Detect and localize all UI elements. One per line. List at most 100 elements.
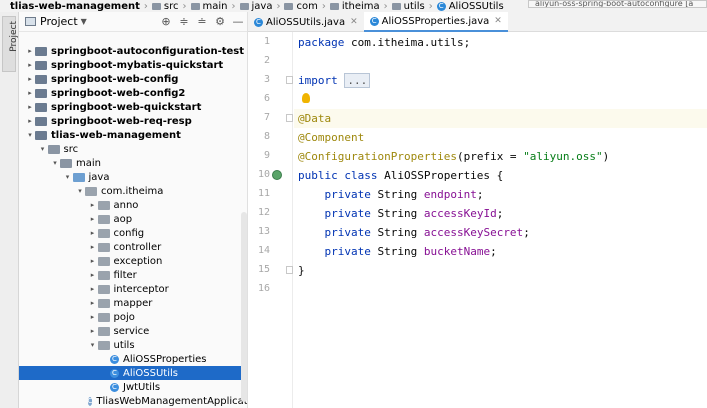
- code-line: package com.itheima.utils;: [298, 33, 470, 52]
- chevron-down-icon[interactable]: ▾: [25, 131, 35, 139]
- tree-item[interactable]: ▾ com.itheima: [19, 184, 247, 198]
- tree-item-label: config: [113, 227, 145, 239]
- minimize-icon[interactable]: —: [229, 15, 247, 28]
- tree-item[interactable]: ▸ filter: [19, 268, 247, 282]
- tree-item[interactable]: ▸ springboot-web-quickstart: [19, 100, 247, 114]
- chevron-right-icon[interactable]: ▸: [88, 201, 98, 209]
- gear-icon[interactable]: ⚙: [211, 15, 229, 28]
- chevron-down-icon[interactable]: ▾: [88, 341, 98, 349]
- code-token: com.itheima.utils;: [350, 36, 471, 49]
- tree-item[interactable]: ▸ springboot-web-config: [19, 72, 247, 86]
- chevron-right-icon[interactable]: ▸: [25, 47, 35, 55]
- expand-all-icon[interactable]: ≑: [175, 15, 193, 28]
- close-icon[interactable]: ✕: [494, 16, 502, 26]
- code-token: private: [324, 226, 378, 239]
- project-tool-tab[interactable]: Project: [2, 16, 19, 72]
- breadcrumb-item[interactable]: com: [284, 0, 318, 12]
- tree-item-label: filter: [113, 269, 137, 281]
- chevron-down-icon[interactable]: ▾: [50, 159, 60, 167]
- java-class-icon: C: [436, 1, 446, 11]
- chevron-right-icon[interactable]: ▸: [88, 243, 98, 251]
- java-class-icon: C: [369, 16, 379, 26]
- code-line: import ...: [298, 71, 371, 90]
- tree-item[interactable]: ▸ aop: [19, 212, 247, 226]
- chevron-right-icon[interactable]: ▸: [88, 327, 98, 335]
- tree-item[interactable]: ▸ mapper: [19, 296, 247, 310]
- tree-item[interactable]: ▸ springboot-web-config2: [19, 86, 247, 100]
- tree-item[interactable]: ▸ pojo: [19, 310, 247, 324]
- chevron-right-icon[interactable]: ▸: [25, 61, 35, 69]
- chevron-down-icon[interactable]: ▼: [81, 17, 87, 26]
- tree-item[interactable]: ▸ springboot-web-req-resp: [19, 114, 247, 128]
- fold-marker-icon[interactable]: [286, 266, 293, 274]
- tree-item[interactable]: ▾ main: [19, 156, 247, 170]
- tree-item[interactable]: ▸ anno: [19, 198, 247, 212]
- line-number: 3: [263, 74, 270, 85]
- lightbulb-icon[interactable]: [302, 93, 310, 103]
- tab-label: AliOSSUtils.java: [266, 16, 346, 28]
- package-icon: [97, 200, 110, 210]
- chevron-right-icon[interactable]: ▸: [88, 285, 98, 293]
- collapse-all-icon[interactable]: ≐: [193, 15, 211, 28]
- tree-item[interactable]: C JwtUtils: [19, 380, 247, 394]
- spring-bean-icon[interactable]: [272, 170, 282, 180]
- chevron-right-icon[interactable]: ▸: [88, 271, 98, 279]
- tab-aliossproperties-java[interactable]: C AliOSSProperties.java ✕: [363, 12, 508, 32]
- tree-item[interactable]: ▾ src: [19, 142, 247, 156]
- tree-item[interactable]: ▸ exception: [19, 254, 247, 268]
- project-scrollbar[interactable]: [241, 212, 247, 402]
- breadcrumb-item[interactable]: utils: [391, 1, 425, 12]
- chevron-right-icon[interactable]: ▸: [25, 75, 35, 83]
- breadcrumb-item[interactable]: tlias-web-management: [10, 1, 140, 12]
- code-token: accessKeyId: [423, 207, 497, 220]
- breadcrumb-item[interactable]: java: [239, 1, 272, 12]
- tree-item[interactable]: ▸ springboot-mybatis-quickstart: [19, 58, 247, 72]
- code-token: private: [324, 245, 378, 258]
- breadcrumb-separator: ›: [276, 0, 281, 12]
- chevron-down-icon[interactable]: ▾: [75, 187, 85, 195]
- tree-item[interactable]: ▸ controller: [19, 240, 247, 254]
- tree-item[interactable]: ▾ utils: [19, 338, 247, 352]
- code-token: accessKeySecret: [423, 226, 524, 239]
- tree-item[interactable]: ▾ java: [19, 170, 247, 184]
- breadcrumb-item[interactable]: C AliOSSUtils: [436, 1, 504, 12]
- chevron-right-icon[interactable]: ▸: [88, 299, 98, 307]
- project-panel-title[interactable]: Project: [40, 15, 78, 28]
- tree-item[interactable]: ▸ springboot-autoconfiguration-test: [19, 44, 247, 58]
- breadcrumb-separator: ›: [321, 0, 326, 12]
- chevron-down-icon[interactable]: ▾: [63, 173, 73, 181]
- chevron-right-icon[interactable]: ▸: [88, 313, 98, 321]
- tree-item[interactable]: ▸ config: [19, 226, 247, 240]
- code-line: private String endpoint;: [298, 185, 484, 204]
- package-icon: [97, 214, 110, 224]
- tree-item[interactable]: ▸ service: [19, 324, 247, 338]
- chevron-right-icon[interactable]: ▸: [88, 215, 98, 223]
- tree-item[interactable]: ▸ interceptor: [19, 282, 247, 296]
- folded-imports[interactable]: ...: [344, 73, 371, 88]
- fold-marker-icon[interactable]: [286, 114, 293, 122]
- tree-item[interactable]: C AliOSSUtils: [19, 366, 247, 380]
- module-icon: [35, 74, 47, 84]
- line-number: 1: [263, 36, 270, 47]
- chevron-right-icon[interactable]: ▸: [88, 257, 98, 265]
- code-token: ): [602, 150, 610, 163]
- breadcrumb-item[interactable]: itheima: [329, 1, 380, 12]
- tree-item[interactable]: ▾ tlias-web-management: [19, 128, 247, 142]
- code-token: @ConfigurationProperties: [298, 150, 457, 163]
- chevron-right-icon[interactable]: ▸: [25, 117, 35, 125]
- chevron-down-icon[interactable]: ▾: [38, 145, 48, 153]
- chevron-right-icon[interactable]: ▸: [25, 89, 35, 97]
- code-editor[interactable]: package com.itheima.utils; import ... @Dat…: [294, 32, 707, 408]
- breadcrumb-label: com: [296, 0, 318, 12]
- tab-aliossutils-java[interactable]: C AliOSSUtils.java ✕: [248, 12, 364, 32]
- breadcrumb-item[interactable]: src: [151, 1, 179, 12]
- close-icon[interactable]: ✕: [350, 17, 358, 27]
- chevron-right-icon[interactable]: ▸: [25, 103, 35, 111]
- fold-marker-icon[interactable]: [286, 76, 293, 84]
- tree-item[interactable]: C TliasWebManagementApplication: [19, 394, 247, 408]
- locate-icon[interactable]: ⊕: [157, 15, 175, 28]
- chevron-right-icon[interactable]: ▸: [88, 229, 98, 237]
- tree-item[interactable]: C AliOSSProperties: [19, 352, 247, 366]
- breadcrumb-item[interactable]: main: [190, 1, 228, 12]
